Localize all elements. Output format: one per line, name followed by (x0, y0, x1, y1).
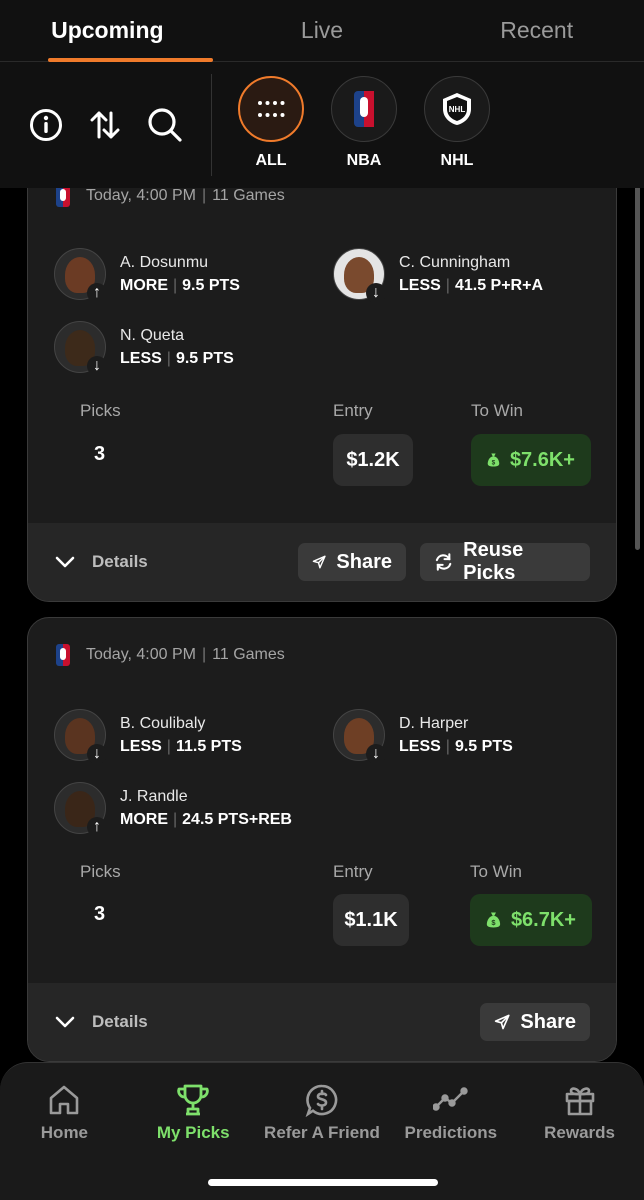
league-filter-nhl[interactable]: NHL NHL (424, 76, 490, 188)
avatar: ↓ (333, 709, 386, 764)
pick-line: LESS | 11.5 PTS (120, 737, 242, 755)
gift-icon (565, 1087, 594, 1116)
card-footer: Details Share (28, 983, 616, 1061)
top-tabs: Upcoming Live Recent (0, 0, 644, 62)
nhl-logo: NHL (424, 76, 490, 142)
card-header: Today, 4:00 PM | 11 Games (28, 644, 285, 666)
player-pick[interactable]: ↓ B. Coulibaly LESS | 11.5 PTS (54, 709, 242, 764)
pick-line: LESS | 41.5 P+R+A (399, 276, 544, 294)
player-name: B. Coulibaly (120, 714, 206, 732)
grid-dots-icon (238, 76, 304, 142)
home-icon (50, 1085, 79, 1115)
picks-label: Picks (80, 401, 121, 420)
home-indicator (208, 1179, 438, 1186)
tab-live[interactable]: Live (215, 0, 430, 61)
avatar: ↑ (54, 248, 107, 303)
player-name: C. Cunningham (399, 253, 511, 271)
trend-line-icon (432, 1087, 468, 1111)
player-pick[interactable]: ↑ J. Randle MORE | 24.5 PTS+REB (54, 782, 292, 837)
entry-label: Entry (333, 401, 373, 420)
pick-line: LESS | 9.5 PTS (120, 349, 234, 367)
nav-rewards[interactable]: Rewards (515, 1083, 644, 1200)
nav-home[interactable]: Home (0, 1083, 129, 1200)
trophy-icon (177, 1084, 209, 1116)
picks-count: 3 (94, 443, 106, 465)
share-button[interactable]: Share (298, 543, 406, 581)
league-filter-all[interactable]: ALL (238, 76, 304, 188)
pick-line: LESS | 9.5 PTS (399, 737, 513, 755)
entry-amount: $1.2K (333, 434, 413, 486)
svg-text:$: $ (492, 459, 496, 466)
info-icon[interactable] (26, 105, 66, 145)
arrow-down-icon: ↓ (87, 744, 107, 764)
picks-count: 3 (94, 903, 106, 925)
avatar: ↓ (54, 321, 107, 376)
separator: | (201, 646, 207, 663)
entry-label: Entry (333, 862, 373, 881)
money-bag-icon: $ (486, 912, 501, 928)
arrow-down-icon: ↓ (366, 283, 386, 303)
arrow-up-icon: ↑ (87, 283, 107, 303)
player-name: A. Dosunmu (120, 253, 209, 271)
card-footer: Details Share Reuse Picks (28, 523, 616, 601)
reuse-picks-button[interactable]: Reuse Picks (420, 539, 590, 584)
to-win-amount: $ $7.6K+ (471, 434, 591, 486)
arrow-down-icon: ↓ (87, 356, 107, 376)
games-count: 11 Games (212, 187, 285, 204)
league-label: NHL (440, 152, 474, 169)
sort-icon[interactable] (85, 105, 125, 145)
to-win-label: To Win (470, 862, 522, 881)
filter-bar: ALL NBA NHL NHL (0, 62, 644, 188)
games-count: 11 Games (212, 646, 285, 663)
pick-line: MORE | 9.5 PTS (120, 276, 240, 294)
entry-amount: $1.1K (333, 894, 409, 946)
arrow-down-icon: ↓ (366, 744, 386, 764)
pick-card: Today, 4:00 PM | 11 Games ↓ B. Coulibaly… (27, 617, 617, 1062)
avatar: ↑ (54, 782, 107, 837)
dollar-chat-icon (305, 1084, 338, 1117)
to-win-amount: $ $6.7K+ (470, 894, 592, 946)
card-header: Today, 4:00 PM | 11 Games (28, 185, 285, 207)
tab-recent[interactable]: Recent (429, 0, 644, 61)
league-filter-nba[interactable]: NBA (331, 76, 397, 188)
send-icon (494, 1014, 510, 1030)
league-filters: ALL NBA NHL NHL (212, 62, 490, 188)
avatar: ↓ (333, 248, 386, 303)
scrollbar[interactable] (635, 150, 640, 550)
tab-upcoming[interactable]: Upcoming (0, 0, 215, 62)
toolbar (0, 74, 212, 176)
league-label: NBA (346, 152, 382, 169)
share-button[interactable]: Share (480, 1003, 590, 1041)
chevron-down-icon (55, 1016, 75, 1028)
details-toggle[interactable]: Details (54, 552, 148, 572)
player-pick[interactable]: ↑ A. Dosunmu MORE | 9.5 PTS (54, 248, 240, 303)
svg-text:NHL: NHL (449, 105, 466, 114)
game-time: Today, 4:00 PM (86, 187, 196, 204)
player-name: N. Queta (120, 326, 185, 344)
player-pick[interactable]: ↓ D. Harper LESS | 9.5 PTS (333, 709, 513, 764)
picks-label: Picks (80, 862, 121, 881)
player-name: D. Harper (399, 714, 469, 732)
player-name: J. Randle (120, 787, 188, 805)
refresh-icon (435, 553, 452, 571)
pick-line: MORE | 24.5 PTS+REB (120, 810, 292, 828)
player-pick[interactable]: ↓ C. Cunningham LESS | 41.5 P+R+A (333, 248, 544, 303)
player-pick[interactable]: ↓ N. Queta LESS | 9.5 PTS (54, 321, 234, 376)
nba-logo (56, 644, 70, 666)
to-win-label: To Win (471, 401, 523, 420)
nba-logo (56, 185, 70, 207)
search-icon[interactable] (145, 105, 185, 145)
pick-card: Today, 4:00 PM | 11 Games ↑ A. Dosunmu M… (27, 160, 617, 602)
game-time: Today, 4:00 PM (86, 646, 196, 663)
arrow-up-icon: ↑ (87, 817, 107, 837)
send-icon (312, 555, 326, 569)
league-label: ALL (255, 152, 287, 169)
money-bag-icon: $ (487, 453, 500, 467)
avatar: ↓ (54, 709, 107, 764)
details-toggle[interactable]: Details (54, 1012, 148, 1032)
separator: | (201, 187, 207, 204)
chevron-down-icon (55, 556, 75, 568)
nba-logo (331, 76, 397, 142)
